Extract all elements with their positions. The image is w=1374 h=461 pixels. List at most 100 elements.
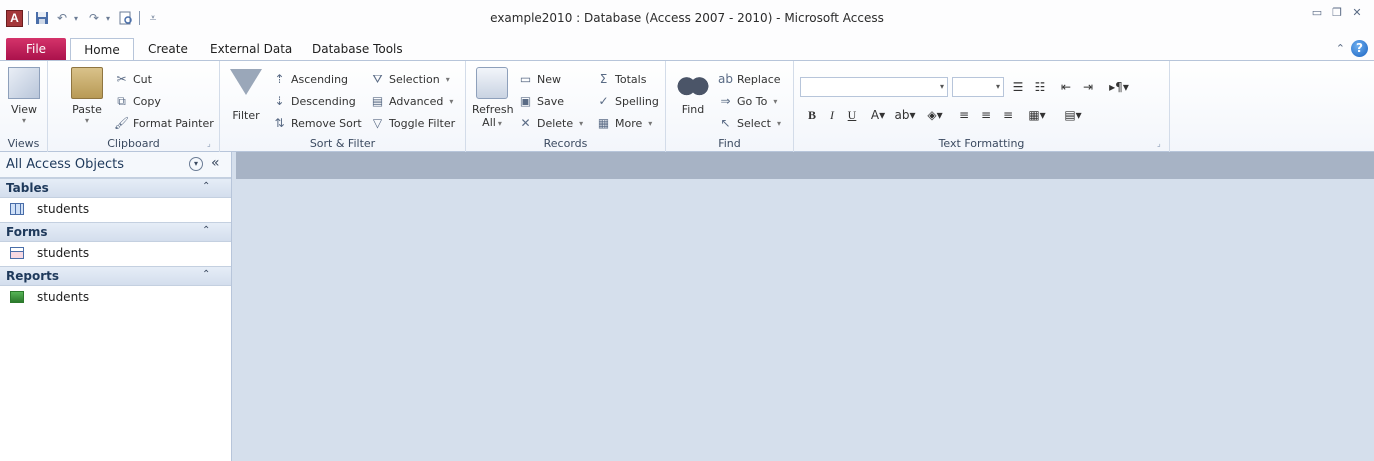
nav-item-students-form[interactable]: students xyxy=(0,242,231,266)
advanced-dropdown-icon: ▾ xyxy=(449,96,454,106)
font-name-combo[interactable]: ▾ xyxy=(800,77,948,97)
descending-button[interactable]: ⇣ Descending xyxy=(272,91,355,111)
remove-sort-button[interactable]: ⇅ Remove Sort xyxy=(272,113,362,133)
nav-group-forms[interactable]: Forms ⌃ xyxy=(0,222,231,242)
nav-menu-dropdown-icon[interactable]: ▾ xyxy=(189,157,203,171)
tab-external-data[interactable]: External Data xyxy=(200,38,302,61)
tab-home[interactable]: Home xyxy=(70,38,134,61)
view-dropdown-icon: ▾ xyxy=(21,116,26,125)
clipboard-launcher-icon[interactable]: ⌟ xyxy=(207,140,215,148)
delete-x-icon: ✕ xyxy=(520,116,531,130)
decrease-indent-icon[interactable]: ⇤ xyxy=(1056,77,1076,97)
shutter-bar-collapse-icon[interactable]: « xyxy=(211,155,220,171)
sort-filter-group: Filter ⇡ Ascending ⇣ Descending ⇅ Remove… xyxy=(220,61,466,152)
chevron-up-icon: ⌃ xyxy=(202,181,211,192)
records-group: Refresh All ▾ ▭ New ▣ Save ✕ Delete ▾ Σ T… xyxy=(466,61,666,152)
totals-label: Totals xyxy=(615,72,647,86)
ascending-button[interactable]: ⇡ Ascending xyxy=(272,69,348,89)
refresh-sub-label: All ▾ xyxy=(482,116,502,129)
text-formatting-launcher-icon[interactable]: ⌟ xyxy=(1157,140,1165,148)
format-painter-button[interactable]: 🖌 Format Painter xyxy=(114,113,214,133)
cut-button[interactable]: ✂ Cut xyxy=(114,69,152,89)
paste-dropdown-icon: ▾ xyxy=(84,116,89,125)
filter-label: Filter xyxy=(232,109,260,122)
font-size-dropdown-icon: ▾ xyxy=(995,82,1000,91)
nav-header[interactable]: All Access Objects ▾ « xyxy=(0,152,231,178)
refresh-all-button[interactable]: Refresh All ▾ xyxy=(472,67,514,129)
spelling-button[interactable]: ✓ Spelling xyxy=(596,91,658,111)
chevron-up-icon: ⌃ xyxy=(202,269,211,280)
totals-button[interactable]: Σ Totals xyxy=(596,69,647,89)
nav-title: All Access Objects xyxy=(6,157,124,172)
nav-group-reports[interactable]: Reports ⌃ xyxy=(0,266,231,286)
window-title: example2010 : Database (Access 2007 - 20… xyxy=(490,11,884,25)
view-button[interactable]: View ▾ xyxy=(6,67,42,125)
nav-item-students-report[interactable]: students xyxy=(0,286,231,310)
window-controls: ▭ ❐ ✕ xyxy=(1310,6,1364,20)
selection-button[interactable]: ⛛ Selection ▾ xyxy=(370,69,449,89)
form-icon xyxy=(10,247,24,259)
cursor-icon: ↖ xyxy=(720,116,731,130)
close-icon[interactable]: ✕ xyxy=(1350,6,1364,20)
more-button[interactable]: ▦ More ▾ xyxy=(596,113,652,133)
increase-indent-icon[interactable]: ⇥ xyxy=(1078,77,1098,97)
scissors-icon: ✂ xyxy=(116,72,127,86)
replace-icon: ab xyxy=(718,72,733,86)
highlight-color-icon[interactable]: ab▾ xyxy=(892,105,918,125)
align-center-icon[interactable]: ≡ xyxy=(976,105,996,125)
find-group-label: Find xyxy=(718,137,741,150)
text-direction-icon[interactable]: ▸¶▾ xyxy=(1104,77,1134,97)
remove-sort-label: Remove Sort xyxy=(291,116,362,130)
help-icon[interactable]: ? xyxy=(1351,40,1368,57)
selection-filter-icon: ⛛ xyxy=(372,71,383,86)
italic-button[interactable]: I xyxy=(824,105,840,125)
bullets-icon[interactable]: ☰ xyxy=(1008,77,1028,97)
font-size-combo[interactable]: ▾ xyxy=(952,77,1004,97)
table-icon xyxy=(10,203,24,215)
font-color-icon[interactable]: A▾ xyxy=(866,105,890,125)
minimize-icon[interactable]: ▭ xyxy=(1310,6,1324,20)
bold-button[interactable]: B xyxy=(804,105,820,125)
align-right-icon[interactable]: ≡ xyxy=(998,105,1018,125)
new-label: New xyxy=(537,72,561,86)
numbering-icon[interactable]: ☷ xyxy=(1030,77,1050,97)
filter-button[interactable]: Filter xyxy=(228,67,264,122)
nav-group-tables[interactable]: Tables ⌃ xyxy=(0,178,231,198)
advanced-button[interactable]: ▤ Advanced ▾ xyxy=(370,91,454,111)
background-color-icon[interactable]: ◈▾ xyxy=(922,105,948,125)
goto-button[interactable]: ⇒ Go To ▾ xyxy=(718,91,777,111)
underline-button[interactable]: U xyxy=(844,105,860,125)
chevron-up-icon: ⌃ xyxy=(202,225,211,236)
clipboard-group: Paste ▾ ✂ Cut ⧉ Copy 🖌 Format Painter Cl… xyxy=(48,61,220,152)
new-record-button[interactable]: ▭ New xyxy=(518,69,561,89)
find-button[interactable]: Find xyxy=(676,67,710,116)
restore-icon[interactable]: ❐ xyxy=(1330,6,1344,20)
delete-button[interactable]: ✕ Delete ▾ xyxy=(518,113,583,133)
navigation-pane: All Access Objects ▾ « Tables ⌃ students… xyxy=(0,152,232,461)
replace-button[interactable]: ab Replace xyxy=(718,69,781,89)
toggle-filter-button[interactable]: ▽ Toggle Filter xyxy=(370,113,455,133)
document-tab-bar xyxy=(236,152,1374,179)
help-area: ⌃ ? xyxy=(1336,40,1368,57)
copy-button[interactable]: ⧉ Copy xyxy=(114,91,161,111)
alternate-row-color-icon[interactable]: ▤▾ xyxy=(1060,105,1086,125)
gridlines-icon[interactable]: ▦▾ xyxy=(1024,105,1050,125)
nav-item-label: students xyxy=(37,246,90,260)
nav-item-students-table[interactable]: students xyxy=(0,198,231,222)
selection-label: Selection xyxy=(389,72,440,86)
view-label: View xyxy=(10,103,38,116)
find-group: Find ab Replace ⇒ Go To ▾ ↖ Select ▾ Fin… xyxy=(666,61,794,152)
paste-button[interactable]: Paste ▾ xyxy=(70,67,104,125)
records-group-label: Records xyxy=(543,137,588,150)
align-left-icon[interactable]: ≡ xyxy=(954,105,974,125)
tab-create[interactable]: Create xyxy=(138,38,198,61)
save-record-button[interactable]: ▣ Save xyxy=(518,91,564,111)
goto-arrow-icon: ⇒ xyxy=(720,94,731,108)
tab-file[interactable]: File xyxy=(6,38,66,61)
access-window: A ↶ ▾ ↷ ▾ ⩡ example2010 : Database (Acce… xyxy=(0,0,1374,461)
minimize-ribbon-icon[interactable]: ⌃ xyxy=(1336,42,1345,55)
select-button[interactable]: ↖ Select ▾ xyxy=(718,113,780,133)
tab-database-tools[interactable]: Database Tools xyxy=(302,38,413,61)
cut-label: Cut xyxy=(133,72,152,86)
paste-icon xyxy=(71,67,103,99)
